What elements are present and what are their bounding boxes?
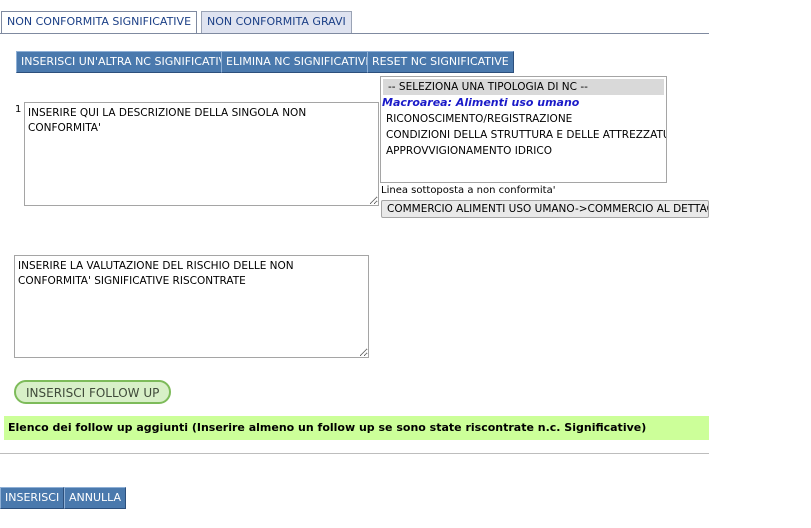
delete-nc-button[interactable]: ELIMINA NC SIGNIFICATIVE (221, 51, 378, 73)
cancel-button[interactable]: ANNULLA (64, 487, 127, 509)
nc-type-group-label: Macroarea: Alimenti uso umano (382, 96, 580, 109)
line-select[interactable]: COMMERCIO ALIMENTI USO UMANO->COMMERCIO … (381, 200, 709, 218)
nc-type-option[interactable]: RICONOSCIMENTO/REGISTRAZIONE (381, 111, 666, 127)
tab-non-conformita-significative[interactable]: NON CONFORMITA SIGNIFICATIVE (1, 11, 198, 33)
nc-description-textarea[interactable]: INSERIRE QUI LA DESCRIZIONE DELLA SINGOL… (24, 102, 379, 206)
submit-button[interactable]: INSERISCI (0, 487, 65, 509)
nc-type-option[interactable]: CONDIZIONI DELLA STRUTTURA E DELLE ATTRE… (381, 127, 666, 143)
risk-assessment-textarea[interactable]: INSERIRE LA VALUTAZIONE DEL RISCHIO DELL… (14, 255, 369, 358)
add-follow-up-button[interactable]: INSERISCI FOLLOW UP (14, 380, 172, 404)
reset-nc-button[interactable]: RESET NC SIGNIFICATIVE (367, 51, 514, 73)
nc-index: 1 (15, 104, 22, 115)
divider (0, 453, 709, 454)
add-nc-button[interactable]: INSERISCI UN'ALTRA NC SIGNIFICATIVE (16, 51, 239, 73)
nc-type-option[interactable]: APPROVVIGIONAMENTO IDRICO (381, 143, 666, 159)
follow-up-list-header: Elenco dei follow up aggiunti (Inserire … (4, 416, 709, 440)
nc-type-placeholder-option[interactable]: -- SELEZIONA UNA TIPOLOGIA DI NC -- (383, 79, 664, 95)
line-label: Linea sottoposta a non conformita' (381, 185, 556, 196)
tab-divider (0, 33, 709, 34)
nc-type-listbox[interactable]: -- SELEZIONA UNA TIPOLOGIA DI NC -- Macr… (380, 76, 667, 183)
tab-non-conformita-gravi[interactable]: NON CONFORMITA GRAVI (201, 11, 352, 33)
